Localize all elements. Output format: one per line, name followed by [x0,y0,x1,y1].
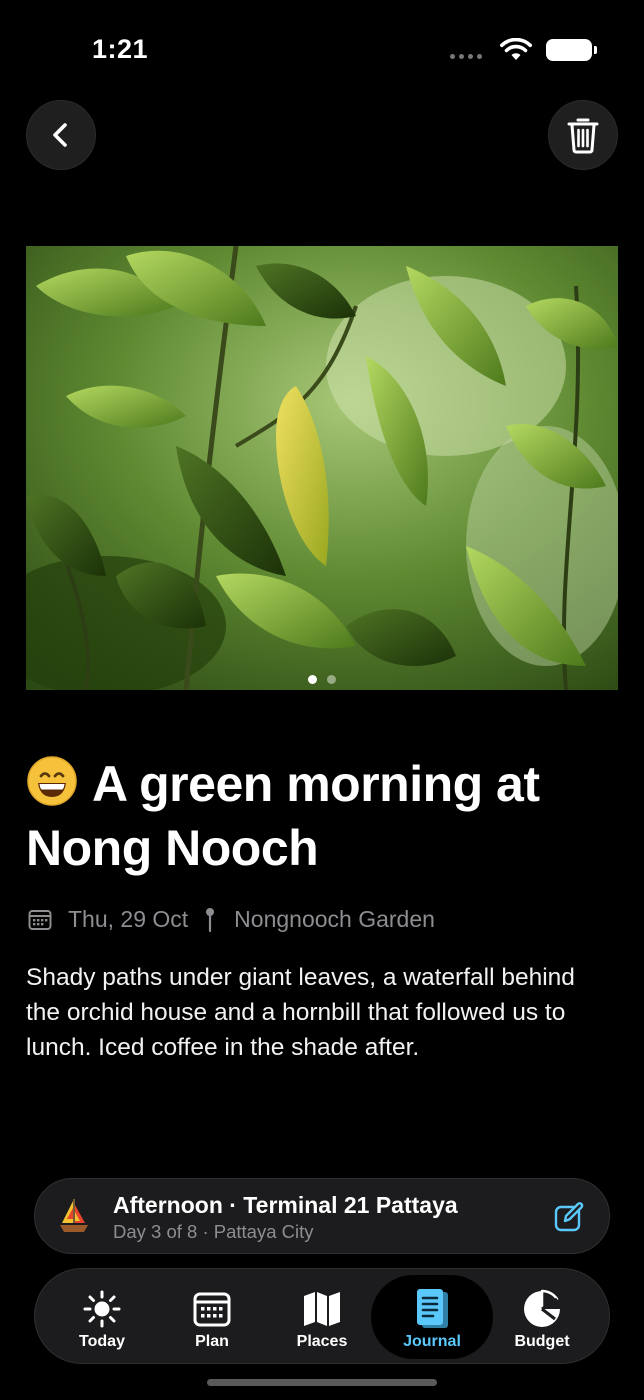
tab-today[interactable]: Today [41,1275,163,1359]
calendar-icon [28,909,52,930]
entry-title: A green morning at Nong Nooch [26,752,618,880]
entry-location: Nongnooch Garden [234,906,435,932]
status-indicators [450,38,597,62]
grinning-emoji-icon [27,756,77,806]
activity-title: Afternoon · Terminal 21 Pattaya [113,1192,458,1218]
battery-icon [546,39,597,61]
activity-subtitle: Day 3 of 8 · Pattaya City [113,1221,314,1242]
entry-body: Shady paths under giant leaves, a waterf… [26,964,575,1061]
tab-budget[interactable]: Budget [481,1275,603,1359]
entry-photo[interactable] [26,246,618,690]
entry-date: Thu, 29 Oct [68,906,189,932]
status-time: 1:21 [92,34,149,64]
tab-places[interactable]: Places [261,1275,383,1359]
tab-bar: Today Plan Places Journal Budget [34,1268,610,1364]
photo-pager[interactable] [308,675,336,684]
back-button[interactable] [26,100,96,170]
tab-budget-label: Budget [514,1333,570,1350]
entry-title-text: A green morning at Nong Nooch [26,756,540,876]
chevron-left-icon [53,123,67,147]
trash-icon [567,118,599,154]
tab-places-label: Places [296,1333,348,1350]
map-icon [304,1292,340,1326]
tab-journal[interactable]: Journal [371,1275,493,1359]
delete-button[interactable] [548,100,618,170]
wifi-icon [500,38,532,60]
tab-plan-label: Plan [195,1333,229,1350]
tab-today-label: Today [79,1333,125,1350]
current-activity-card[interactable]: Afternoon · Terminal 21 Pattaya Day 3 of… [34,1178,610,1254]
pie-chart-icon [524,1289,560,1327]
leaves-photo [26,246,618,690]
calendar-icon [193,1292,231,1327]
sailboat-icon [60,1199,88,1232]
entry-meta: Thu, 29 Oct Nongnooch Garden [28,906,435,933]
pin-icon [206,907,215,932]
sun-icon [83,1290,121,1328]
tab-plan[interactable]: Plan [151,1275,273,1359]
signal-icon [450,53,482,59]
tab-journal-label: Journal [403,1333,461,1350]
home-indicator[interactable] [207,1379,437,1386]
journal-icon [417,1289,448,1328]
edit-icon[interactable] [553,1201,585,1233]
